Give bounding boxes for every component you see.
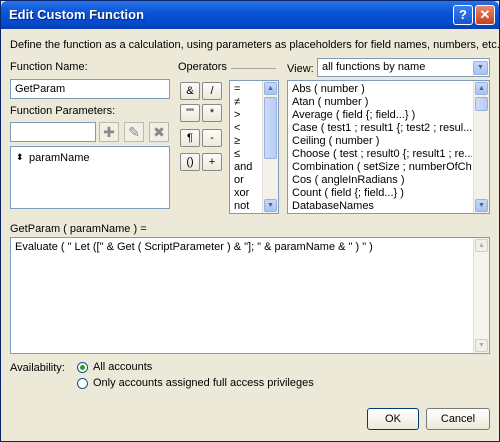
ok-button[interactable]: OK [367,408,419,430]
function-signature: GetParam ( paramName ) = [10,223,147,235]
function-item[interactable]: Abs ( number ) [292,83,472,95]
title-bar[interactable]: Edit Custom Function ? ✕ [1,1,499,29]
chevron-down-icon[interactable]: ▼ [473,61,488,75]
function-item[interactable]: Atan ( number ) [292,96,472,108]
functions-list[interactable]: Abs ( number ) Atan ( number ) Average (… [287,80,490,214]
full-access-only-label[interactable]: Only accounts assigned full access privi… [93,377,314,389]
scroll-down-arrow-icon[interactable]: ▼ [264,199,277,212]
operator-item[interactable]: ≠ [234,96,240,108]
operator-pilcrow-button[interactable]: ¶ [180,129,200,147]
calculation-text[interactable]: Evaluate ( " Let ([" & Get ( ScriptParam… [15,241,373,253]
view-label: View: [287,63,314,75]
operator-multiply-button[interactable]: * [202,104,222,122]
scroll-up-arrow-icon[interactable]: ▲ [475,82,488,95]
pencil-icon: ✎ [128,124,140,140]
function-item[interactable]: Combination ( setSize ; numberOfCh... [292,161,472,173]
all-accounts-label[interactable]: All accounts [93,361,152,373]
help-button[interactable]: ? [453,5,473,25]
scroll-up-arrow-icon[interactable]: ▲ [264,82,277,95]
view-select[interactable]: all functions by name ▼ [317,58,490,77]
scroll-down-arrow-icon[interactable]: ▼ [475,339,488,352]
radio-selected-dot [80,365,85,370]
function-item[interactable]: Ceiling ( number ) [292,135,472,147]
function-item[interactable]: Count ( field {; field...} ) [292,187,472,199]
scroll-down-arrow-icon[interactable]: ▼ [475,199,488,212]
scroll-thumb[interactable] [475,97,488,111]
operator-item[interactable]: and [234,161,252,173]
edit-custom-function-dialog: Edit Custom Function ? ✕ Define the func… [0,0,500,442]
function-item[interactable]: Cos ( angleInRadians ) [292,174,472,186]
cancel-button[interactable]: Cancel [426,408,490,430]
calculation-editor[interactable]: Evaluate ( " Let ([" & Get ( ScriptParam… [10,237,490,354]
full-access-only-radio[interactable] [77,378,88,389]
all-accounts-radio[interactable] [77,362,88,373]
parameter-name-input[interactable] [10,122,96,142]
operator-item[interactable]: or [234,174,244,186]
operator-item[interactable]: = [234,83,240,95]
edit-parameter-button[interactable]: ✎ [124,122,144,142]
description-text: Define the function as a calculation, us… [10,39,500,51]
operator-minus-button[interactable]: - [202,129,222,147]
close-button[interactable]: ✕ [475,5,495,25]
functions-scrollbar[interactable]: ▲ ▼ [473,81,489,213]
operator-item[interactable]: xor [234,187,249,199]
x-icon: ✖ [153,124,165,140]
operator-parentheses-button[interactable]: () [180,153,200,171]
operators-divider [231,68,276,69]
drag-handle-icon[interactable]: ⬍ [16,152,24,163]
function-parameters-label: Function Parameters: [10,105,116,117]
function-item[interactable]: Average ( field {; field...} ) [292,109,472,121]
add-parameter-button[interactable]: ✚ [99,122,119,142]
delete-parameter-button[interactable]: ✖ [149,122,169,142]
operators-scrollbar[interactable]: ▲ ▼ [262,81,278,213]
operator-quotes-button[interactable]: "" [180,104,200,122]
operator-divide-button[interactable]: / [202,82,222,100]
parameters-list[interactable]: ⬍ paramName [10,146,170,209]
operator-plus-button[interactable]: + [202,153,222,171]
function-item[interactable]: Case ( test1 ; result1 {; test2 ; resul.… [292,122,472,134]
operator-item[interactable]: not [234,200,249,212]
plus-icon: ✚ [103,124,115,140]
scroll-thumb[interactable] [264,97,277,159]
operator-item[interactable]: ≥ [234,135,240,147]
calculation-scrollbar[interactable]: ▲ ▼ [473,238,489,353]
function-name-value: GetParam [15,83,66,95]
operators-label: Operators [178,61,227,73]
scroll-up-arrow-icon[interactable]: ▲ [475,239,488,252]
operator-item[interactable]: > [234,109,240,121]
operators-list[interactable]: = ≠ > < ≥ ≤ and or xor not ▲ ▼ [229,80,279,214]
parameter-item[interactable]: paramName [29,152,90,164]
window-title: Edit Custom Function [9,7,145,22]
view-selected-value: all functions by name [322,61,426,73]
function-name-label: Function Name: [10,61,88,73]
function-item[interactable]: DatabaseNames [292,200,472,212]
operator-item[interactable]: < [234,122,240,134]
function-item[interactable]: Choose ( test ; result0 {; result1 ; re.… [292,148,472,160]
availability-label: Availability: [10,362,65,374]
function-name-field[interactable]: GetParam [10,79,170,99]
operator-item[interactable]: ≤ [234,148,240,160]
operator-ampersand-button[interactable]: & [180,82,200,100]
